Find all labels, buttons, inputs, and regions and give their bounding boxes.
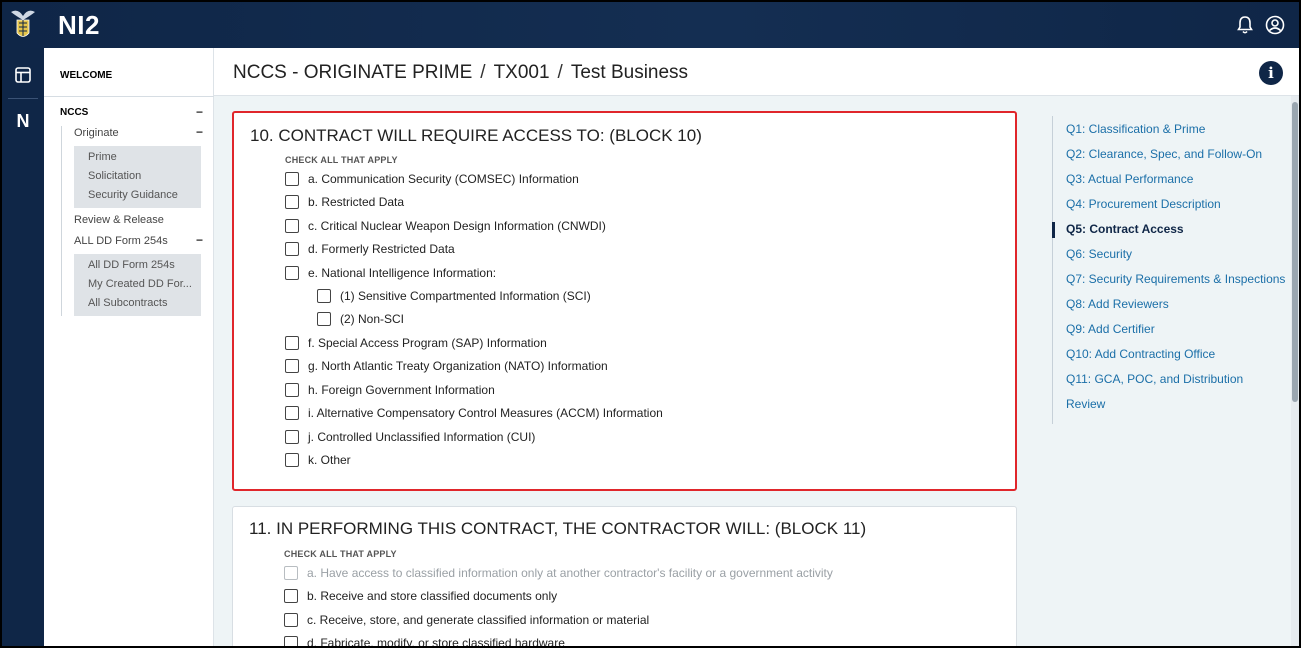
agency-seal-icon[interactable] <box>8 6 38 44</box>
tree-line <box>61 126 62 316</box>
option-label: (1) Sensitive Compartmented Information … <box>340 289 591 303</box>
qnav-item-q4[interactable]: Q4: Procurement Description <box>1066 197 1221 211</box>
sidebar-divider <box>44 96 214 97</box>
checkbox[interactable] <box>285 406 299 420</box>
account-icon[interactable] <box>1264 14 1286 36</box>
breadcrumb: NCCS - ORIGINATE PRIME / TX001 / Test Busine… <box>233 62 688 84</box>
option-label: j. Controlled Unclassified Information (… <box>308 430 536 444</box>
checkbox[interactable] <box>285 430 299 444</box>
qnav-item-q11[interactable]: Q11: GCA, POC, and Distribution <box>1066 372 1243 386</box>
page-title: NCCS - ORIGINATE PRIME <box>233 62 473 83</box>
option-label: c. Receive, store, and generate classifi… <box>307 613 650 627</box>
sidebar-item-nccs[interactable]: NCCS <box>60 107 88 118</box>
checkbox[interactable] <box>284 613 298 627</box>
sidebar-item-all-dd-form-254s[interactable]: ALL DD Form 254s <box>74 235 168 247</box>
sidebar-item-all-subcontracts[interactable]: All Subcontracts <box>88 297 167 309</box>
checkbox[interactable] <box>284 636 298 646</box>
qnav-item-q6[interactable]: Q6: Security <box>1066 247 1132 261</box>
option-label: g. North Atlantic Treaty Organization (N… <box>308 359 608 373</box>
qnav-item-q8[interactable]: Q8: Add Reviewers <box>1066 297 1169 311</box>
sidebar: WELCOME NCCS − Originate − Prime Solicit… <box>44 48 214 646</box>
scrollbar-thumb[interactable] <box>1292 102 1298 402</box>
qnav-item-q2[interactable]: Q2: Clearance, Spec, and Follow-On <box>1066 147 1262 161</box>
qnav-item-q1[interactable]: Q1: Classification & Prime <box>1066 122 1205 136</box>
checkbox[interactable] <box>284 589 298 603</box>
originate-group: Prime Solicitation Security Guidance <box>74 146 201 208</box>
app-name[interactable]: NI2 <box>58 10 100 41</box>
option-label: d. Formerly Restricted Data <box>308 242 455 256</box>
option-label: i. Alternative Compensatory Control Meas… <box>308 406 663 420</box>
page-scrollbar[interactable] <box>1291 96 1299 646</box>
checkbox[interactable] <box>285 453 299 467</box>
checkbox[interactable] <box>285 266 299 280</box>
qnav-item-q10[interactable]: Q10: Add Contracting Office <box>1066 347 1215 361</box>
sidebar-item-welcome[interactable]: WELCOME <box>60 70 112 81</box>
sidebar-item-security-guidance[interactable]: Security Guidance <box>88 189 178 201</box>
checkbox[interactable] <box>285 383 299 397</box>
collapse-nccs-icon[interactable]: − <box>196 105 203 119</box>
app-frame: NI2 N WELCOME NCCS − Originate − Prime S… <box>2 2 1299 646</box>
info-icon[interactable]: i <box>1259 61 1283 85</box>
option-label: c. Critical Nuclear Weapon Design Inform… <box>308 219 606 233</box>
sidebar-item-solicitation[interactable]: Solicitation <box>88 170 141 182</box>
question-nav: Q1: Classification & Prime Q2: Clearance… <box>1052 116 1299 424</box>
block11-card: 11. IN PERFORMING THIS CONTRACT, THE CON… <box>232 506 1017 646</box>
checkbox[interactable] <box>285 172 299 186</box>
page-header: NCCS - ORIGINATE PRIME / TX001 / Test Busine… <box>214 48 1299 96</box>
option-label: a. Communication Security (COMSEC) Infor… <box>308 172 579 186</box>
breadcrumb-separator: / <box>557 62 563 83</box>
notifications-bell-icon[interactable] <box>1234 14 1256 36</box>
block10-title: 10. CONTRACT WILL REQUIRE ACCESS TO: (BL… <box>250 126 702 145</box>
option-label: k. Other <box>308 453 351 467</box>
sidebar-item-my-created[interactable]: My Created DD For... <box>88 278 192 290</box>
current-question-marker <box>1052 222 1055 238</box>
checkbox[interactable] <box>317 289 331 303</box>
breadcrumb-separator: / <box>480 62 486 83</box>
option-label: h. Foreign Government Information <box>308 383 495 397</box>
block11-check-all-label: CHECK ALL THAT APPLY <box>284 549 397 559</box>
block10-card: 10. CONTRACT WILL REQUIRE ACCESS TO: (BL… <box>232 111 1017 491</box>
collapse-all-dd-icon[interactable]: − <box>196 233 203 247</box>
left-rail: N <box>2 48 44 646</box>
sidebar-item-prime[interactable]: Prime <box>88 151 117 163</box>
option-label: (2) Non-SCI <box>340 312 405 326</box>
qnav-item-q3[interactable]: Q3: Actual Performance <box>1066 172 1193 186</box>
qnav-item-review[interactable]: Review <box>1066 397 1105 411</box>
sidebar-item-originate[interactable]: Originate <box>74 127 119 139</box>
option-label: d. Fabricate, modify, or store classifie… <box>307 636 565 646</box>
checkbox[interactable] <box>285 219 299 233</box>
breadcrumb-contract-code: TX001 <box>493 62 550 83</box>
collapse-originate-icon[interactable]: − <box>196 125 203 139</box>
qnav-item-q9[interactable]: Q9: Add Certifier <box>1066 322 1155 336</box>
checkbox[interactable] <box>285 359 299 373</box>
sidebar-item-review-release[interactable]: Review & Release <box>74 214 164 226</box>
checkbox[interactable] <box>285 242 299 256</box>
top-bar: NI2 <box>2 2 1299 48</box>
sidebar-item-all-dd-forms[interactable]: All DD Form 254s <box>88 259 175 271</box>
option-label: f. Special Access Program (SAP) Informat… <box>308 336 547 350</box>
option-label: e. National Intelligence Information: <box>308 266 497 280</box>
all-dd-group: All DD Form 254s My Created DD For... Al… <box>74 254 201 316</box>
dashboard-icon[interactable] <box>12 64 34 86</box>
checkbox <box>284 566 298 580</box>
option-label: a. Have access to classified information… <box>307 566 833 580</box>
breadcrumb-business: Test Business <box>570 62 689 83</box>
checkbox[interactable] <box>285 336 299 350</box>
nccs-rail-button[interactable]: N <box>12 110 34 132</box>
checkbox[interactable] <box>317 312 331 326</box>
option-label: b. Receive and store classified document… <box>307 589 558 603</box>
rail-divider <box>8 98 38 99</box>
block10-check-all-label: CHECK ALL THAT APPLY <box>285 155 398 165</box>
option-label: b. Restricted Data <box>308 195 405 209</box>
block11-title: 11. IN PERFORMING THIS CONTRACT, THE CON… <box>249 519 867 538</box>
checkbox[interactable] <box>285 195 299 209</box>
qnav-item-q7[interactable]: Q7: Security Requirements & Inspections <box>1066 272 1285 286</box>
qnav-item-q5[interactable]: Q5: Contract Access <box>1066 222 1184 236</box>
